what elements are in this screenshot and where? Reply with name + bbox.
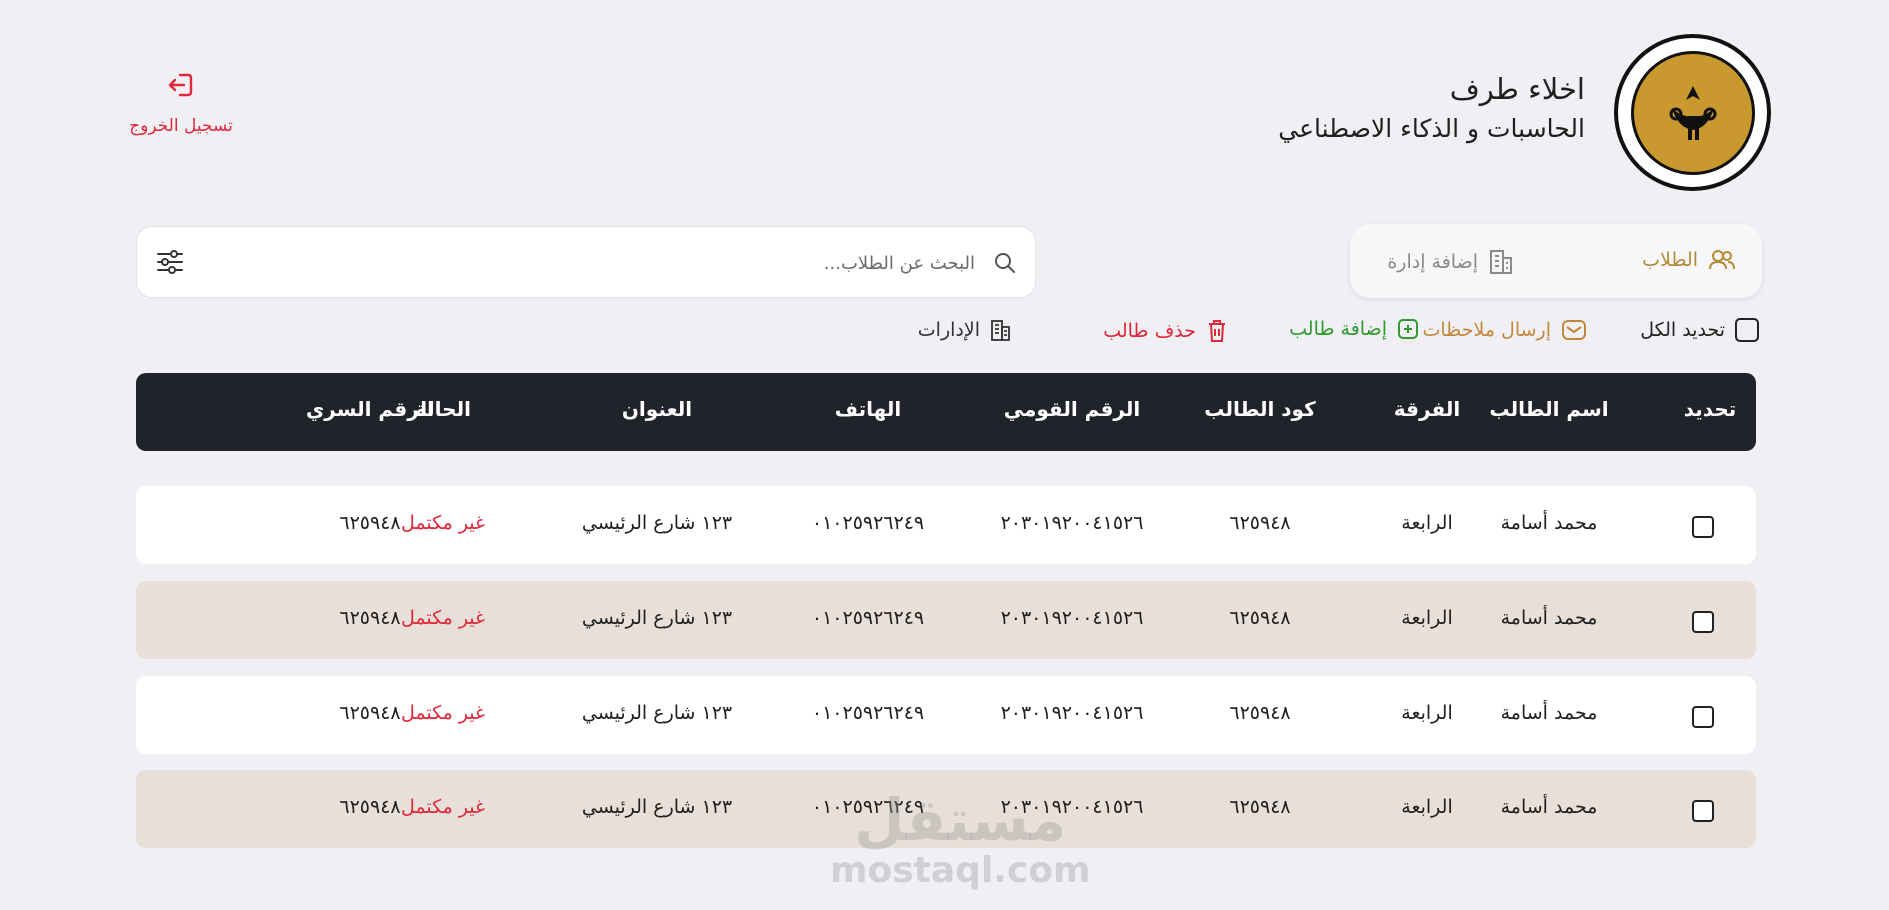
watermark-arabic: مستقل (854, 786, 1067, 854)
users-icon (1709, 250, 1735, 270)
cell-national-id: ٢٠٣٠١٩٢٠٠٤١٥٢٦ (1000, 512, 1144, 534)
column-header-name: اسم الطالب (1489, 397, 1609, 421)
cell-code: ٦٢٥٩٤٨ (1229, 607, 1291, 629)
cell-password: ٦٢٥٩٤٨ (339, 512, 401, 534)
watermark: مستقل mostaql.com (830, 790, 1091, 891)
tab-students[interactable]: الطلاب (1642, 248, 1736, 272)
select-all-checkbox[interactable]: تحديد الكل (1640, 318, 1759, 342)
column-header-select: تحديد (1683, 397, 1737, 421)
filter-settings-icon[interactable] (155, 247, 185, 277)
add-square-icon (1398, 319, 1418, 339)
cell-password: ٦٢٥٩٤٨ (339, 702, 401, 724)
cell-name: محمد أسامة (1500, 512, 1598, 534)
mail-icon (1562, 320, 1586, 340)
cell-year: الرابعة (1401, 607, 1453, 629)
trash-icon (1209, 320, 1225, 342)
logout-button[interactable]: تسجيل الخروج (126, 70, 236, 136)
cell-phone: ٠١٠٢٥٩٢٦٢٤٩ (811, 512, 925, 534)
cell-address: ١٢٣ شارع الرئيسي (581, 796, 733, 818)
cell-status: غير مكتمل (401, 702, 485, 724)
table-row: محمد أسامة الرابعة ٦٢٥٩٤٨ ٢٠٣٠١٩٢٠٠٤١٥٢٦… (136, 486, 1756, 564)
table-row: محمد أسامة الرابعة ٦٢٥٩٤٨ ٢٠٣٠١٩٢٠٠٤١٥٢٦… (136, 676, 1756, 754)
cell-year: الرابعة (1401, 702, 1453, 724)
building-icon (1490, 250, 1512, 274)
admins-button[interactable]: الإدارات (918, 318, 1012, 342)
cell-password: ٦٢٥٩٤٨ (339, 607, 401, 629)
delete-student-label: حذف طالب (1103, 320, 1196, 342)
cell-national-id: ٢٠٣٠١٩٢٠٠٤١٥٢٦ (1000, 607, 1144, 629)
user-name: اخلاء طرف (1449, 72, 1585, 106)
cell-name: محمد أسامة (1500, 607, 1598, 629)
column-header-phone: الهاتف (834, 397, 902, 421)
logout-icon (168, 73, 193, 97)
cell-year: الرابعة (1401, 512, 1453, 534)
add-student-label: إضافة طالب (1289, 318, 1387, 340)
table-row: محمد أسامة الرابعة ٦٢٥٩٤٨ ٢٠٣٠١٩٢٠٠٤١٥٢٦… (136, 581, 1756, 659)
cell-code: ٦٢٥٩٤٨ (1229, 796, 1291, 818)
column-header-code: كود الطالب (1204, 397, 1316, 421)
cell-year: الرابعة (1401, 796, 1453, 818)
admins-label: الإدارات (917, 319, 980, 341)
cell-status: غير مكتمل (401, 607, 485, 629)
cell-name: محمد أسامة (1500, 702, 1598, 724)
cell-code: ٦٢٥٩٤٨ (1229, 512, 1291, 534)
tab-add-admin-label: إضافة إدارة (1387, 251, 1478, 273)
university-seal-icon (1630, 50, 1755, 175)
send-notes-button[interactable]: إرسال ملاحظات (1422, 318, 1587, 342)
cell-national-id: ٢٠٣٠١٩٢٠٠٤١٥٢٦ (1000, 702, 1144, 724)
checkbox-icon (1735, 318, 1759, 342)
cell-address: ١٢٣ شارع الرئيسي (581, 512, 733, 534)
search-icon (995, 253, 1015, 273)
cell-address: ١٢٣ شارع الرئيسي (581, 607, 733, 629)
column-header-year: الفرقة (1393, 397, 1461, 421)
department-name: الحاسبات و الذكاء الاصطناعي (1278, 114, 1585, 143)
column-header-national-id: الرقم القومي (1003, 397, 1141, 421)
cell-code: ٦٢٥٩٤٨ (1229, 702, 1291, 724)
cell-phone: ٠١٠٢٥٩٢٦٢٤٩ (811, 702, 925, 724)
add-student-button[interactable]: إضافة طالب (1289, 318, 1419, 340)
row-checkbox[interactable] (1692, 706, 1714, 728)
cell-status: غير مكتمل (401, 796, 485, 818)
select-all-label: تحديد الكل (1640, 319, 1725, 341)
tab-add-admin[interactable]: إضافة إدارة (1387, 248, 1514, 276)
row-checkbox[interactable] (1692, 516, 1714, 538)
table-header: تحديد اسم الطالب الفرقة كود الطالب الرقم… (136, 373, 1756, 451)
logout-label: تسجيل الخروج (129, 116, 233, 136)
watermark-latin: mostaql.com (830, 850, 1091, 891)
row-checkbox[interactable] (1692, 611, 1714, 633)
cell-status: غير مكتمل (401, 512, 485, 534)
column-header-address: العنوان (621, 397, 693, 421)
column-header-password: الرقم السري (305, 397, 435, 421)
delete-student-button[interactable]: حذف طالب (1103, 318, 1228, 344)
cell-password: ٦٢٥٩٤٨ (339, 796, 401, 818)
cell-name: محمد أسامة (1500, 796, 1598, 818)
tab-students-label: الطلاب (1642, 249, 1698, 271)
search-input[interactable] (335, 247, 975, 279)
row-checkbox[interactable] (1692, 800, 1714, 822)
cell-phone: ٠١٠٢٥٩٢٦٢٤٩ (811, 607, 925, 629)
nav-tabs: الطلاب إضافة إدارة (1350, 224, 1762, 298)
send-notes-label: إرسال ملاحظات (1422, 319, 1551, 341)
search-bar (136, 226, 1036, 298)
building-icon (991, 320, 1010, 341)
cell-address: ١٢٣ شارع الرئيسي (581, 702, 733, 724)
university-logo (1614, 34, 1771, 191)
